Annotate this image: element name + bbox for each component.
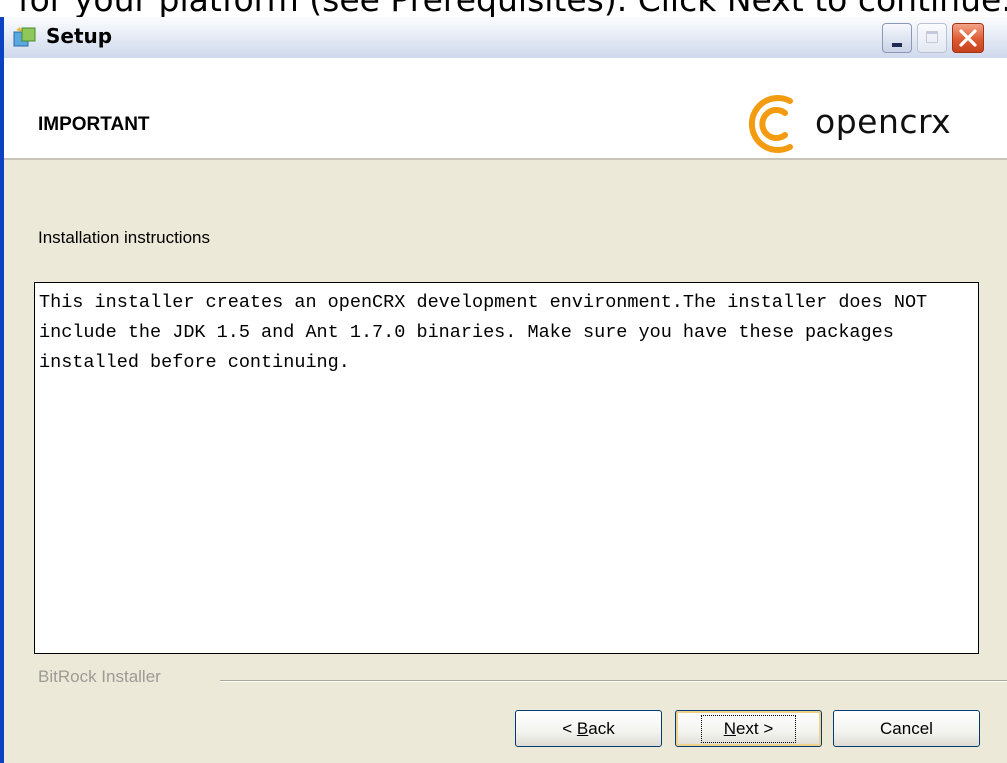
opencrx-logo-icon — [748, 95, 793, 153]
title-bar[interactable]: Setup — [4, 17, 1007, 59]
window-title: Setup — [46, 24, 113, 48]
setup-window: Setup IMPORTANT opencrx Installation ins… — [0, 17, 1007, 763]
setup-app-icon — [13, 27, 36, 47]
page-title: IMPORTANT — [38, 114, 150, 135]
next-mnemonic: N — [723, 718, 736, 738]
minimize-icon — [892, 43, 902, 47]
instructions-textbox[interactable]: This installer creates an openCRX develo… — [34, 282, 979, 654]
next-rest: ext > — [735, 718, 774, 738]
back-rest: ack — [588, 718, 615, 738]
close-button[interactable] — [952, 23, 984, 53]
maximize-button[interactable] — [917, 23, 947, 53]
cancel-button[interactable]: Cancel — [833, 710, 980, 747]
logo-text: opencrx — [815, 102, 952, 141]
back-button[interactable]: < Back — [515, 710, 662, 747]
instructions-text: This installer creates an openCRX develo… — [39, 292, 939, 373]
next-focus-ring: Next > — [700, 714, 797, 743]
maximize-icon — [926, 31, 938, 43]
footer-divider — [220, 680, 1007, 682]
minimize-button[interactable] — [882, 23, 912, 53]
back-prefix: < — [562, 718, 577, 738]
installer-brand-label: BitRock Installer — [38, 667, 161, 686]
header-banner: IMPORTANT opencrx — [4, 58, 1007, 160]
next-button[interactable]: Next > — [675, 710, 822, 747]
close-icon — [959, 29, 977, 47]
back-mnemonic: B — [576, 718, 589, 738]
section-label: Installation instructions — [38, 228, 210, 247]
